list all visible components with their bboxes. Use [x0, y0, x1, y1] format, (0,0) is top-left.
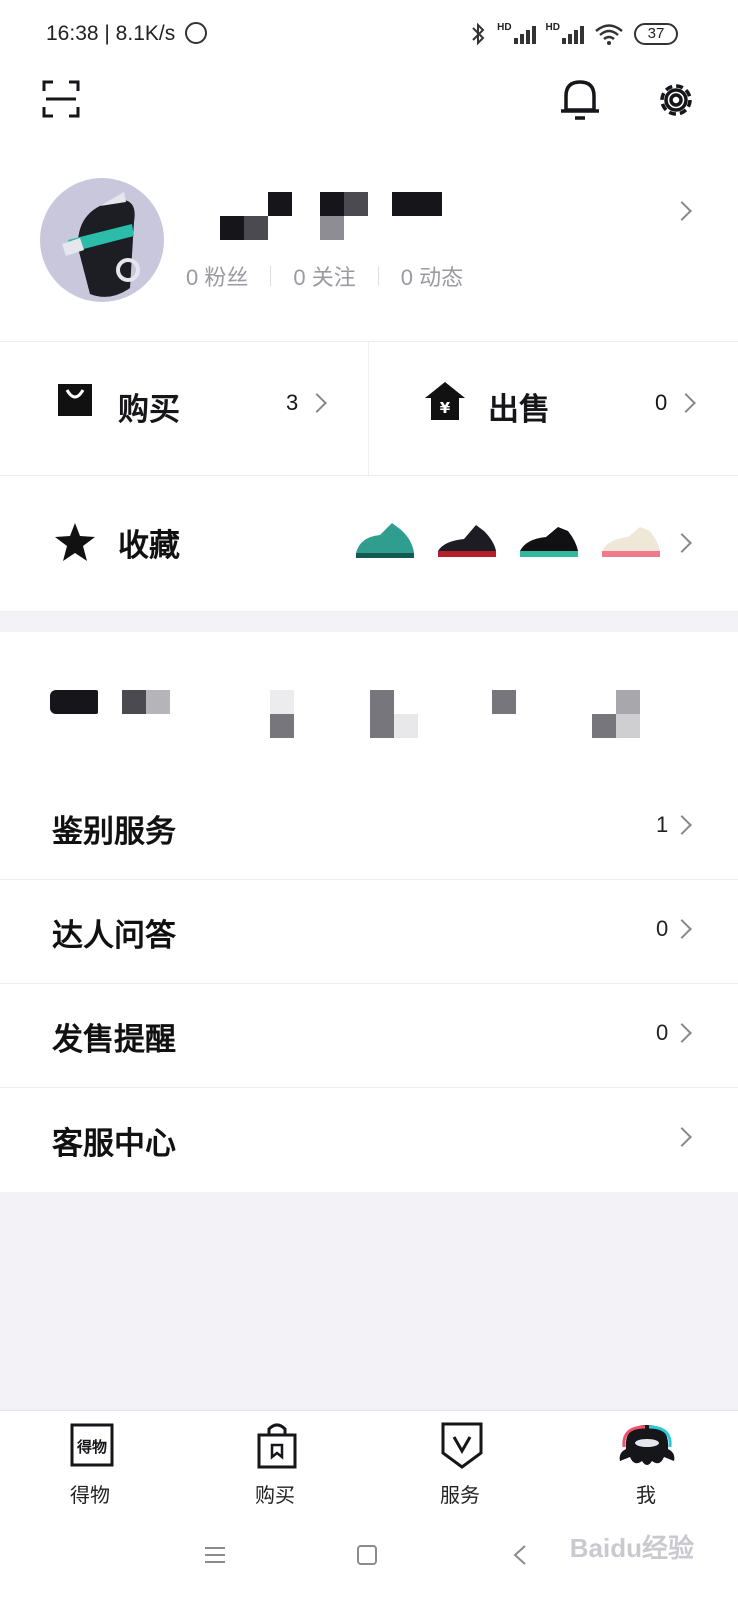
tab-service[interactable]: 服务 — [400, 1411, 520, 1515]
octopus-avatar-icon — [619, 1425, 675, 1465]
signal-icon-1 — [513, 24, 536, 44]
buy-count: 3 — [286, 390, 299, 415]
menu-count: 0 — [656, 1020, 669, 1045]
menu-item-authentication[interactable]: 鉴别服务 1 — [0, 776, 738, 880]
following-count[interactable]: 0 关注 — [293, 260, 355, 292]
top-bar — [0, 72, 738, 162]
shopping-bag-icon — [58, 384, 92, 416]
status-bar: 16:38 | 8.1K/s HD HD 37 — [0, 0, 738, 72]
sell-button[interactable]: ¥ 出售 0 — [369, 342, 738, 476]
chevron-right-icon — [672, 1023, 692, 1043]
menu-label: 达人问答 — [52, 918, 176, 953]
buy-label: 购买 — [118, 392, 180, 427]
menu-label: 客服中心 — [52, 1126, 176, 1161]
tab-buy[interactable]: 购买 — [215, 1411, 335, 1515]
bluetooth-icon — [472, 22, 485, 46]
profile-stats: 0 粉丝 0 关注 0 动态 — [186, 260, 463, 292]
home-square-icon[interactable] — [356, 1544, 378, 1566]
svg-text:¥: ¥ — [440, 399, 451, 417]
tab-me[interactable]: 我 — [586, 1411, 706, 1515]
hd-label-2: HD — [545, 22, 560, 33]
menu-item-customer-service[interactable]: 客服中心 — [0, 1088, 738, 1192]
chevron-right-icon — [676, 393, 696, 413]
status-time: 16:38 | 8.1K/s — [46, 22, 176, 45]
sneaker-thumbnail-4[interactable] — [600, 521, 662, 561]
tools-row-censored — [0, 632, 738, 776]
star-icon — [55, 523, 95, 561]
shield-v-icon — [441, 1422, 483, 1469]
menu-item-expert-qa[interactable]: 达人问答 0 — [0, 880, 738, 984]
chevron-right-icon — [672, 1127, 692, 1147]
bottom-tab-bar: 得物 得物 购买 服务 我 — [0, 1410, 738, 1514]
tab-label: 服务 — [440, 1485, 480, 1507]
sneaker-thumbnail-1[interactable] — [354, 521, 416, 561]
hd-label-1: HD — [497, 22, 512, 33]
buy-sell-row: 购买 3 ¥ 出售 0 — [0, 342, 738, 476]
menu-count: 1 — [656, 812, 669, 837]
chevron-right-icon — [672, 919, 692, 939]
back-arrow-icon[interactable] — [512, 1544, 528, 1566]
chevron-right-icon — [672, 201, 692, 221]
chevron-right-icon — [307, 393, 327, 413]
chevron-right-icon — [672, 815, 692, 835]
menu-label: 鉴别服务 — [52, 814, 176, 849]
svg-text:得物: 得物 — [76, 1438, 107, 1456]
gear-icon[interactable] — [654, 78, 698, 122]
fans-count[interactable]: 0 粉丝 — [186, 260, 248, 292]
scan-icon[interactable] — [42, 80, 80, 118]
menu-label: 发售提醒 — [52, 1022, 176, 1057]
sell-count: 0 — [655, 390, 668, 415]
buy-button[interactable]: 购买 3 — [0, 342, 368, 476]
tab-dewu[interactable]: 得物 得物 — [30, 1411, 150, 1515]
menu-lines-icon[interactable] — [204, 1546, 226, 1564]
sneaker-thumbnail-3[interactable] — [518, 521, 580, 561]
shopping-bag-icon — [257, 1423, 297, 1469]
menu-item-release-reminder[interactable]: 发售提醒 0 — [0, 984, 738, 1088]
status-icons: HD HD 37 — [469, 22, 678, 46]
menu-count: 0 — [656, 916, 669, 941]
avatar[interactable] — [40, 178, 164, 302]
tab-label: 购买 — [255, 1485, 295, 1507]
battery-indicator: 37 — [634, 23, 678, 45]
house-yen-icon: ¥ — [425, 382, 465, 420]
alarm-icon — [185, 22, 207, 44]
tab-label: 我 — [636, 1485, 656, 1507]
wifi-icon — [595, 24, 623, 45]
profile-card[interactable]: 0 粉丝 0 关注 0 动态 — [0, 162, 738, 342]
favorites-label: 收藏 — [118, 528, 180, 563]
bell-icon[interactable] — [558, 76, 602, 122]
dewu-logo-icon: 得物 — [70, 1423, 114, 1467]
sneaker-thumbnail-2[interactable] — [436, 521, 498, 561]
posts-count[interactable]: 0 动态 — [401, 260, 463, 292]
tab-label: 得物 — [70, 1485, 110, 1507]
watermark: Baidu经验 — [569, 1533, 694, 1563]
signal-icon-2 — [562, 24, 584, 44]
avatar-illustration-icon — [62, 192, 140, 297]
chevron-right-icon — [672, 533, 692, 553]
sell-label: 出售 — [488, 392, 550, 427]
